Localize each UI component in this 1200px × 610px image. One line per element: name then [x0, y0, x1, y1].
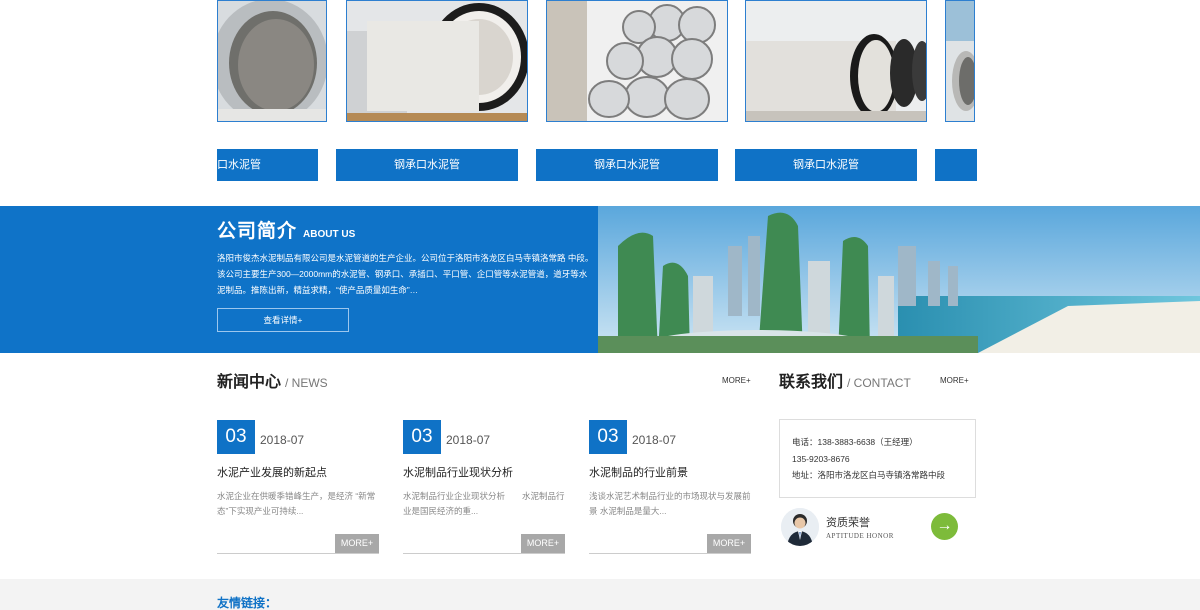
- news-summary: 水泥企业在供暖季错峰生产，是经济 “新常态”下实现产业可持续...: [217, 491, 376, 516]
- news-summary: 水泥制品行业企业现状分析 水泥制品行业是国民经济的重...: [403, 491, 565, 516]
- product-card[interactable]: [935, 0, 977, 182]
- contact-address: 地址：洛阳市洛龙区白马寺镇洛常路中段: [792, 470, 946, 480]
- about-text: 洛阳市俊杰水泥制品有限公司是水泥管道的生产企业。公司位于洛阳市洛龙区白马寺镇洛常…: [217, 253, 594, 295]
- avatar: [781, 508, 819, 546]
- divider: [403, 553, 565, 554]
- news-day: 03: [217, 420, 255, 454]
- news-summary: 浅谈水泥艺术制品行业的市场现状与发展前景 水泥制品是量大...: [589, 491, 751, 516]
- contact-title: 联系我们: [779, 374, 844, 391]
- product-card[interactable]: 钢承口水泥管: [336, 0, 528, 182]
- product-label[interactable]: 口水泥管: [217, 149, 318, 181]
- product-carousel[interactable]: 口水泥管 钢承口水泥管 钢承口水泥管 钢承口水泥管: [217, 0, 977, 185]
- product-label[interactable]: 钢承口水泥管: [536, 149, 718, 181]
- friendly-links-title: 友情链接：: [217, 596, 278, 610]
- news-item[interactable]: 03 2018-07 水泥产业发展的新起点 水泥企业在供暖季错峰生产，是经济 “…: [217, 420, 379, 560]
- news-item[interactable]: 03 2018-07 水泥制品行业现状分析 水泥制品行业企业现状分析 水泥制品行…: [403, 420, 565, 560]
- news-item[interactable]: 03 2018-07 水泥制品的行业前景 浅谈水泥艺术制品行业的市场现状与发展前…: [589, 420, 751, 560]
- friendly-links-bar: 友情链接：: [0, 579, 1200, 610]
- product-photo[interactable]: [346, 0, 528, 122]
- divider: [589, 553, 751, 554]
- honor-subtitle: APTITUDE HONOR: [826, 532, 894, 540]
- product-photo[interactable]: [546, 0, 728, 122]
- news-item-title[interactable]: 水泥产业发展的新起点: [217, 464, 327, 480]
- news-month: 2018-07: [632, 433, 677, 447]
- news-month: 2018-07: [260, 433, 305, 447]
- contact-heading: 联系我们 / CONTACT: [779, 368, 911, 392]
- product-photo[interactable]: [745, 0, 927, 122]
- product-label[interactable]: 钢承口水泥管: [735, 149, 917, 181]
- product-photo[interactable]: [945, 0, 975, 122]
- news-item-more-button[interactable]: MORE+: [707, 534, 751, 553]
- news-item-title[interactable]: 水泥制品行业现状分析: [403, 464, 513, 480]
- news-day: 03: [403, 420, 441, 454]
- contact-title-en: / CONTACT: [847, 376, 911, 390]
- contact-phone-secondary: 135-9203-8676: [792, 453, 850, 464]
- contact-phone-primary: 电话：138-3883-6638（王经理）: [792, 437, 918, 447]
- about-section: 公司简介 ABOUT US 洛阳市俊杰水泥制品有限公司是水泥管道的生产企业。公司位…: [0, 206, 1200, 353]
- product-card[interactable]: 钢承口水泥管: [536, 0, 728, 182]
- product-card[interactable]: 钢承口水泥管: [735, 0, 927, 182]
- news-month: 2018-07: [446, 433, 491, 447]
- divider: [217, 553, 379, 554]
- contact-info-box: 电话：138-3883-6638（王经理） 135-9203-8676 地址：洛…: [779, 419, 976, 498]
- arrow-right-icon[interactable]: →: [931, 513, 958, 540]
- city-skyline-image: [598, 206, 1200, 353]
- about-details-button[interactable]: 查看详情+: [217, 308, 349, 332]
- news-title: 新闻中心: [217, 374, 282, 391]
- product-label[interactable]: 钢承口水泥管: [336, 149, 518, 181]
- news-item-title[interactable]: 水泥制品的行业前景: [589, 464, 688, 480]
- news-more-link[interactable]: MORE+: [722, 376, 751, 385]
- about-subtitle: ABOUT US: [303, 229, 356, 240]
- contact-more-link[interactable]: MORE+: [940, 376, 969, 385]
- page: 口水泥管 钢承口水泥管 钢承口水泥管 钢承口水泥管 公司简介 ABOUT US …: [0, 0, 1200, 610]
- product-label[interactable]: [935, 149, 977, 181]
- product-photo[interactable]: [217, 0, 327, 122]
- news-day: 03: [589, 420, 627, 454]
- about-title: 公司简介 ABOUT US: [217, 216, 355, 243]
- news-item-more-button[interactable]: MORE+: [335, 534, 379, 553]
- honor-title[interactable]: 资质荣誉: [826, 514, 870, 530]
- about-title-text: 公司简介: [217, 221, 298, 242]
- news-item-more-button[interactable]: MORE+: [521, 534, 565, 553]
- news-title-en: / NEWS: [285, 376, 328, 390]
- news-heading: 新闻中心 / NEWS: [217, 368, 328, 392]
